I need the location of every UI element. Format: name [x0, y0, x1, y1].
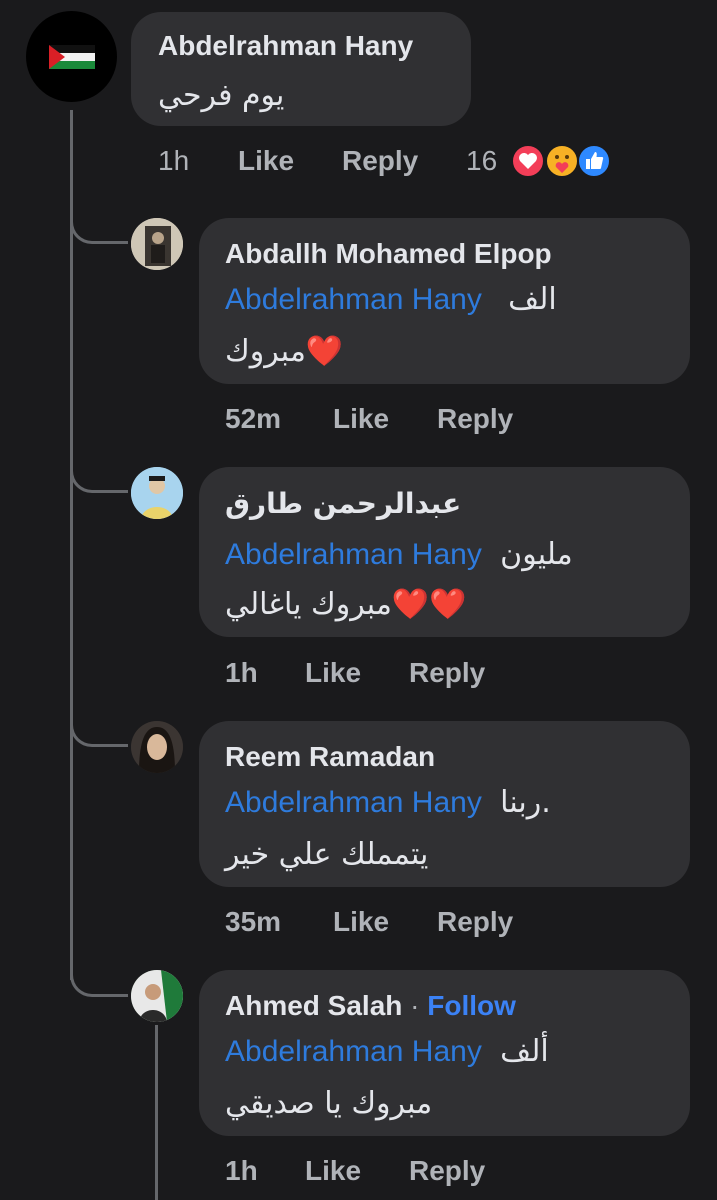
author-name[interactable]: Abdallh Mohamed Elpop: [225, 238, 552, 270]
author-line: Ahmed Salah · Follow: [225, 990, 516, 1022]
reply-line-1: Abdelrahman Hany ألف: [225, 1034, 549, 1069]
reply-actions: 35m Like Reply: [225, 906, 545, 940]
separator-dot: ·: [410, 990, 420, 1021]
heart-emoji: ❤️❤️: [391, 587, 467, 622]
timestamp[interactable]: 1h: [225, 1155, 258, 1187]
timestamp[interactable]: 52m: [225, 403, 281, 435]
reply-text: مبروك ياغالي: [225, 587, 392, 622]
like-button[interactable]: Like: [333, 906, 389, 938]
care-icon: [545, 144, 579, 178]
thread-connector: [70, 463, 128, 493]
avatar[interactable]: [131, 467, 183, 519]
person-photo-icon: [131, 970, 183, 1022]
like-button[interactable]: Like: [305, 657, 361, 689]
timestamp[interactable]: 1h: [225, 657, 258, 689]
reply-line-2: يتمملك علي خير: [225, 837, 428, 872]
like-button[interactable]: Like: [305, 1155, 361, 1187]
reply-text: الف: [508, 282, 557, 317]
thread-line: [155, 1025, 158, 1200]
thread-connector: [70, 967, 128, 997]
comment-text: يوم فرحي: [158, 78, 285, 113]
reply-actions: 52m Like Reply: [225, 403, 545, 437]
reply-line-2: مبروك يا صديقي: [225, 1086, 432, 1121]
reply-button[interactable]: Reply: [437, 403, 513, 435]
comment-actions: 1h Like Reply 16: [158, 143, 638, 179]
reply-line-2: مبروك ياغالي❤️❤️: [225, 587, 467, 622]
reply-bubble: Reem Ramadan Abdelrahman Hany ربنا. يتمم…: [199, 721, 690, 887]
author-name[interactable]: Reem Ramadan: [225, 741, 435, 773]
reply-line-1: Abdelrahman Hany مليون: [225, 537, 573, 572]
reply-bubble: عبدالرحمن طارق Abdelrahman Hany مليون مب…: [199, 467, 690, 637]
reactions-summary[interactable]: [510, 143, 620, 179]
comment-bubble: Abdelrahman Hany يوم فرحي: [131, 12, 471, 126]
person-photo-icon: [131, 467, 183, 519]
reply-bubble: Abdallh Mohamed Elpop Abdelrahman Hany ا…: [199, 218, 690, 384]
author-name[interactable]: Abdelrahman Hany: [158, 30, 413, 62]
timestamp[interactable]: 1h: [158, 145, 189, 177]
thread-line: [70, 110, 73, 980]
author-name[interactable]: عبدالرحمن طارق: [225, 487, 461, 520]
reply-line-2: مبروك❤️: [225, 334, 343, 369]
heart-emoji: ❤️: [305, 334, 344, 369]
reply-text: يتمملك علي خير: [225, 837, 429, 872]
reply-line-1: Abdelrahman Hany ربنا.: [225, 785, 551, 820]
mention-link[interactable]: Abdelrahman Hany: [225, 1035, 482, 1068]
mention-link[interactable]: Abdelrahman Hany: [225, 786, 482, 819]
avatar[interactable]: [131, 218, 183, 270]
person-photo-icon: [131, 218, 183, 270]
reply-text: ألف: [500, 1034, 549, 1069]
reaction-count[interactable]: 16: [466, 145, 497, 177]
reply-button[interactable]: Reply: [409, 657, 485, 689]
thread-connector: [70, 214, 128, 244]
avatar[interactable]: [26, 11, 117, 102]
thread-connector: [70, 717, 128, 747]
reply-button[interactable]: Reply: [342, 145, 418, 177]
reply-text: مبروك يا صديقي: [225, 1086, 433, 1121]
author-name[interactable]: Ahmed Salah: [225, 990, 402, 1021]
mention-link[interactable]: Abdelrahman Hany: [225, 538, 482, 571]
love-icon: [511, 144, 545, 178]
timestamp[interactable]: 35m: [225, 906, 281, 938]
reply-actions: 1h Like Reply: [225, 1155, 545, 1189]
reply-actions: 1h Like Reply: [225, 657, 545, 691]
like-button[interactable]: Like: [333, 403, 389, 435]
flag-icon: [48, 44, 95, 69]
like-button[interactable]: Like: [238, 145, 294, 177]
reply-bubble: Ahmed Salah · Follow Abdelrahman Hany أل…: [199, 970, 690, 1136]
avatar[interactable]: [131, 970, 183, 1022]
avatar[interactable]: [131, 721, 183, 773]
reply-button[interactable]: Reply: [409, 1155, 485, 1187]
reply-line-1: Abdelrahman Hany الف: [225, 282, 557, 317]
mention-link[interactable]: Abdelrahman Hany: [225, 283, 482, 316]
reply-text: مبروك: [225, 334, 306, 369]
follow-button[interactable]: Follow: [427, 990, 516, 1021]
reply-text: مليون: [500, 537, 573, 572]
like-icon: [577, 144, 611, 178]
reply-text: ربنا.: [500, 785, 551, 820]
person-photo-icon: [131, 721, 183, 773]
reply-button[interactable]: Reply: [437, 906, 513, 938]
